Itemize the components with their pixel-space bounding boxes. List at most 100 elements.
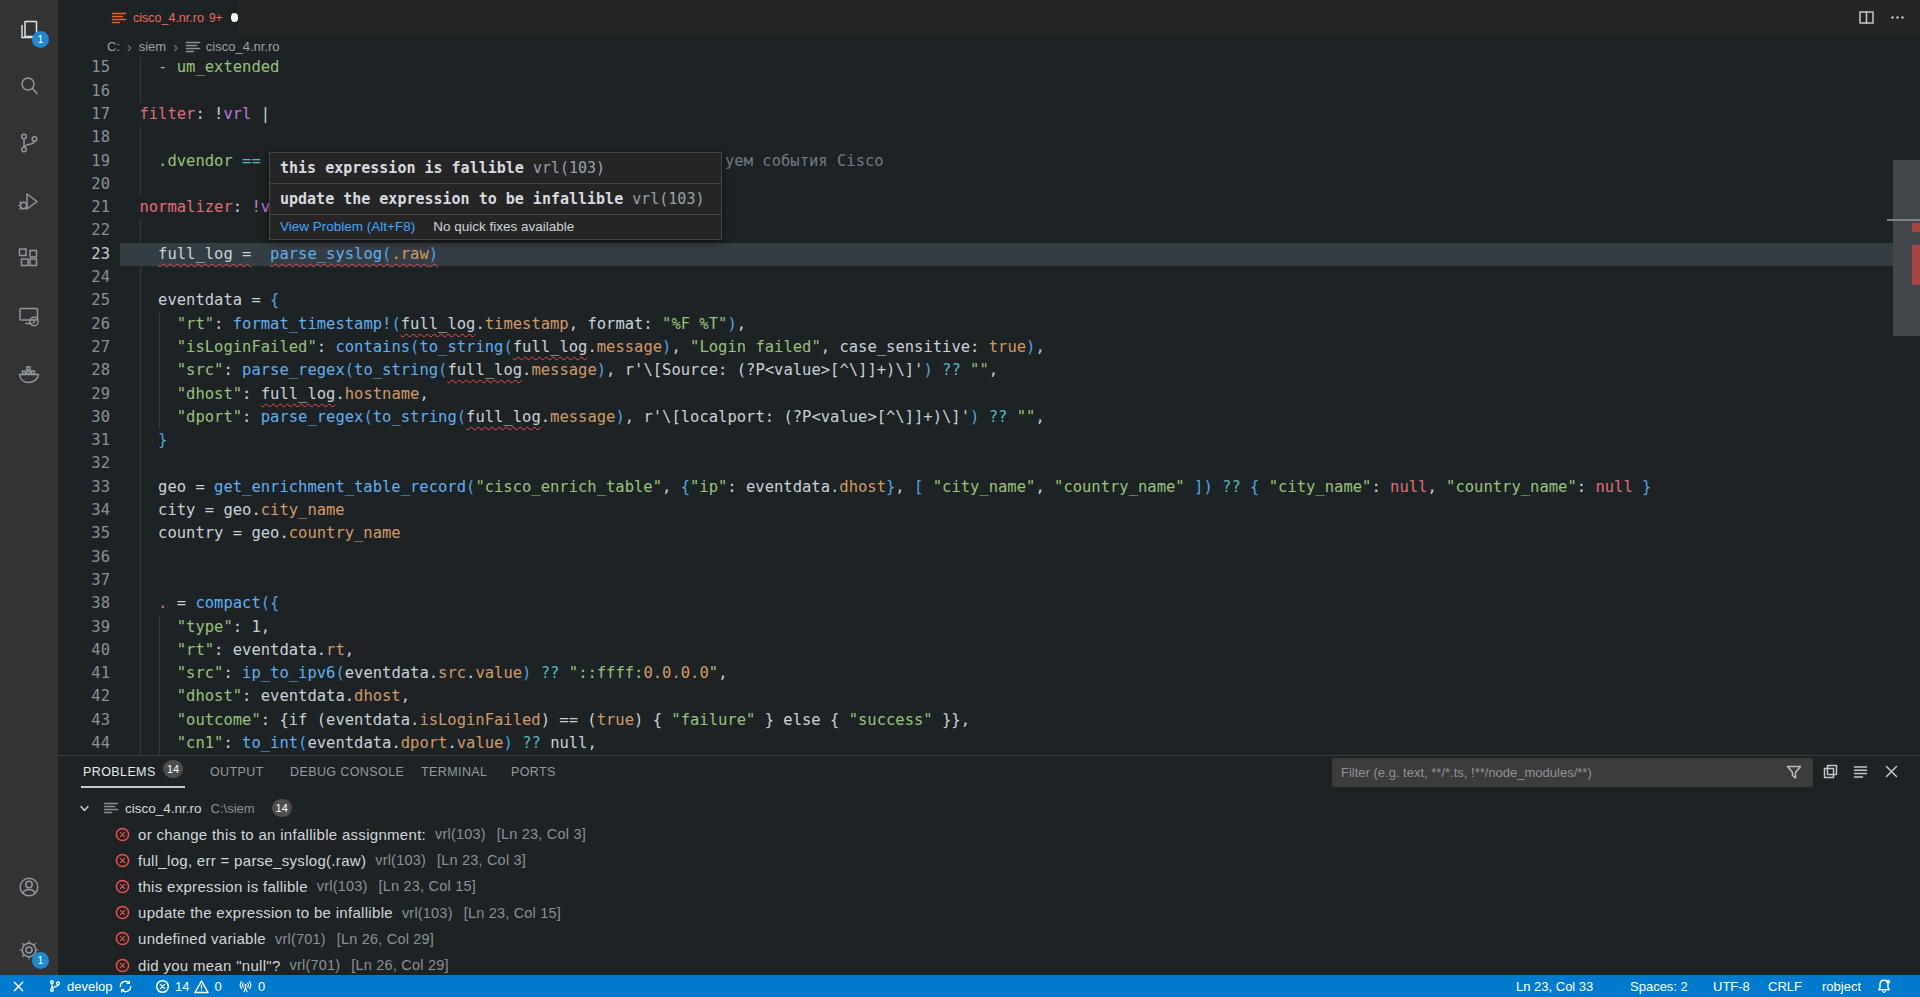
indentation-status[interactable]: Spaces: 2	[1630, 975, 1688, 997]
panel-tab-debug-console[interactable]: DEBUG CONSOLE	[290, 765, 404, 779]
split-editor-icon[interactable]	[1858, 9, 1875, 26]
eol-status[interactable]: CRLF	[1768, 975, 1802, 997]
line-number-20: 20	[58, 173, 110, 196]
source-control-icon[interactable]	[17, 131, 41, 155]
panel-tab-ports[interactable]: PORTS	[511, 765, 556, 779]
more-actions-icon[interactable]	[1889, 9, 1906, 26]
error-icon	[115, 879, 130, 894]
panel-tab-terminal[interactable]: TERMINAL	[421, 765, 487, 779]
line-number-28: 28	[58, 359, 110, 382]
chevron-right-icon: ›	[127, 39, 132, 55]
code-line-20[interactable]	[139, 173, 158, 196]
code-editor[interactable]: 1516171819202122232425262728293031323334…	[58, 57, 1920, 755]
line-number-24: 24	[58, 266, 110, 289]
docker-icon[interactable]	[17, 362, 41, 386]
cursor-position[interactable]: Ln 23, Col 33	[1516, 975, 1593, 997]
line-number-33: 33	[58, 476, 110, 499]
settings-gear-icon[interactable]: 1	[17, 938, 41, 962]
code-line-17[interactable]: filter: !vrl |	[139, 103, 270, 126]
search-icon[interactable]	[17, 74, 41, 98]
code-line-29[interactable]: "dhost": full_log.hostname,	[139, 383, 428, 406]
hover-message-1: this expression is fallible vrl(103)	[270, 153, 721, 184]
problems-file-name: cisco_4.nr.ro	[125, 801, 202, 816]
problems-file-group[interactable]: cisco_4.nr.ro C:\siem 14	[58, 795, 1920, 821]
tab-problems-badge: 9+	[209, 11, 223, 25]
close-panel-icon[interactable]	[1883, 763, 1900, 780]
code-line-40[interactable]: "rt": eventdata.rt,	[139, 639, 354, 662]
tab-cisco_4.nr.ro[interactable]: cisco_4.nr.ro 9+	[58, 0, 238, 35]
notifications-bell-icon[interactable]	[1876, 975, 1892, 997]
problem-location: [Ln 26, Col 29]	[337, 931, 434, 947]
panel-tab-output[interactable]: OUTPUT	[210, 765, 264, 779]
branch-status[interactable]: develop	[48, 975, 133, 997]
code-line-27[interactable]: "isLoginFailed": contains(to_string(full…	[139, 336, 1044, 359]
line-number-30: 30	[58, 406, 110, 429]
filter-icon[interactable]	[1785, 763, 1803, 781]
code-line-38[interactable]: . = compact({	[139, 592, 279, 615]
encoding-status[interactable]: UTF-8	[1713, 975, 1750, 997]
line-number-23: 23	[58, 243, 110, 266]
code-line-26[interactable]: "rt": format_timestamp!(full_log.timesta…	[139, 313, 746, 336]
line-number-22: 22	[58, 219, 110, 242]
code-line-39[interactable]: "type": 1,	[139, 616, 270, 639]
error-icon	[115, 853, 130, 868]
code-line-43[interactable]: "outcome": {if (eventdata.isLoginFailed)…	[139, 709, 970, 732]
view-problem-link[interactable]: View Problem (Alt+F8)	[280, 219, 415, 234]
code-line-44[interactable]: "cn1": to_int(eventdata.dport.value) ?? …	[139, 732, 596, 755]
line-number-38: 38	[58, 592, 110, 615]
problem-row[interactable]: update the expression to be infalliblevr…	[58, 900, 1920, 926]
code-line-41[interactable]: "src": ip_to_ipv6(eventdata.src.value) ?…	[139, 662, 727, 685]
code-line-24[interactable]	[139, 266, 158, 289]
breadcrumb-drive[interactable]: C:	[107, 39, 120, 54]
breadcrumb-folder[interactable]: siem	[139, 39, 166, 54]
error-icon	[115, 827, 130, 842]
error-icon	[115, 958, 130, 973]
accounts-icon[interactable]	[17, 875, 41, 899]
code-line-35[interactable]: country = geo.country_name	[139, 522, 400, 545]
panel-tab-problems[interactable]: PROBLEMS	[83, 765, 156, 779]
file-type-icon	[103, 800, 119, 816]
problems-status[interactable]: 14 0	[155, 975, 222, 997]
code-line-33[interactable]: geo = get_enrichment_table_record("cisco…	[139, 476, 1651, 499]
extensions-icon[interactable]	[17, 246, 41, 270]
line-number-39: 39	[58, 616, 110, 639]
remote-indicator[interactable]	[11, 975, 26, 997]
problem-row[interactable]: this expression is falliblevrl(103)[Ln 2…	[58, 873, 1920, 899]
explorer-badge: 1	[32, 31, 49, 48]
problems-filter-input[interactable]: Filter (e.g. text, **/*.ts, !**/node_mod…	[1332, 758, 1813, 787]
code-line-28[interactable]: "src": parse_regex(to_string(full_log.me…	[139, 359, 998, 382]
problem-source: vrl(103)	[375, 852, 426, 868]
error-icon	[155, 979, 170, 994]
code-line-42[interactable]: "dhost": eventdata.dhost,	[139, 685, 410, 708]
code-line-19[interactable]: .dvendor ==	[139, 150, 260, 173]
code-line-25[interactable]: eventdata = {	[139, 289, 279, 312]
problem-row[interactable]: full_log, err = parse_syslog(.raw)vrl(10…	[58, 847, 1920, 873]
breadcrumb-file[interactable]: cisco_4.nr.ro	[206, 39, 280, 54]
code-line-37[interactable]	[139, 569, 158, 592]
sync-icon	[118, 979, 133, 994]
code-line-22[interactable]	[139, 219, 158, 242]
code-line-21[interactable]: normalizer: !v	[139, 196, 270, 219]
view-as-list-icon[interactable]	[1852, 763, 1869, 780]
code-line-18[interactable]	[139, 126, 158, 149]
problem-row[interactable]: undefined variablevrl(701)[Ln 26, Col 29…	[58, 926, 1920, 952]
language-mode[interactable]: robject	[1822, 975, 1861, 997]
tab-modified-dot[interactable]	[231, 13, 238, 22]
collapse-all-icon[interactable]	[1822, 763, 1839, 780]
code-line-15[interactable]: - um_extended	[139, 57, 279, 80]
warning-icon	[194, 979, 209, 994]
code-line-31[interactable]: }	[139, 429, 167, 452]
run-debug-icon[interactable]	[17, 189, 41, 213]
remote-explorer-icon[interactable]	[17, 304, 41, 328]
explorer-icon[interactable]: 1	[17, 17, 41, 41]
ports-status[interactable]: 0	[238, 975, 265, 997]
line-number-26: 26	[58, 313, 110, 336]
code-line-32[interactable]	[139, 452, 158, 475]
code-line-30[interactable]: "dport": parse_regex(to_string(full_log.…	[139, 406, 1044, 429]
code-line-16[interactable]	[139, 80, 158, 103]
line-number-18: 18	[58, 126, 110, 149]
code-line-34[interactable]: city = geo.city_name	[139, 499, 344, 522]
problem-row[interactable]: or change this to an infallible assignme…	[58, 821, 1920, 847]
code-line-23[interactable]: full_log = parse_syslog(.raw)	[139, 243, 438, 266]
code-line-36[interactable]	[139, 546, 158, 569]
